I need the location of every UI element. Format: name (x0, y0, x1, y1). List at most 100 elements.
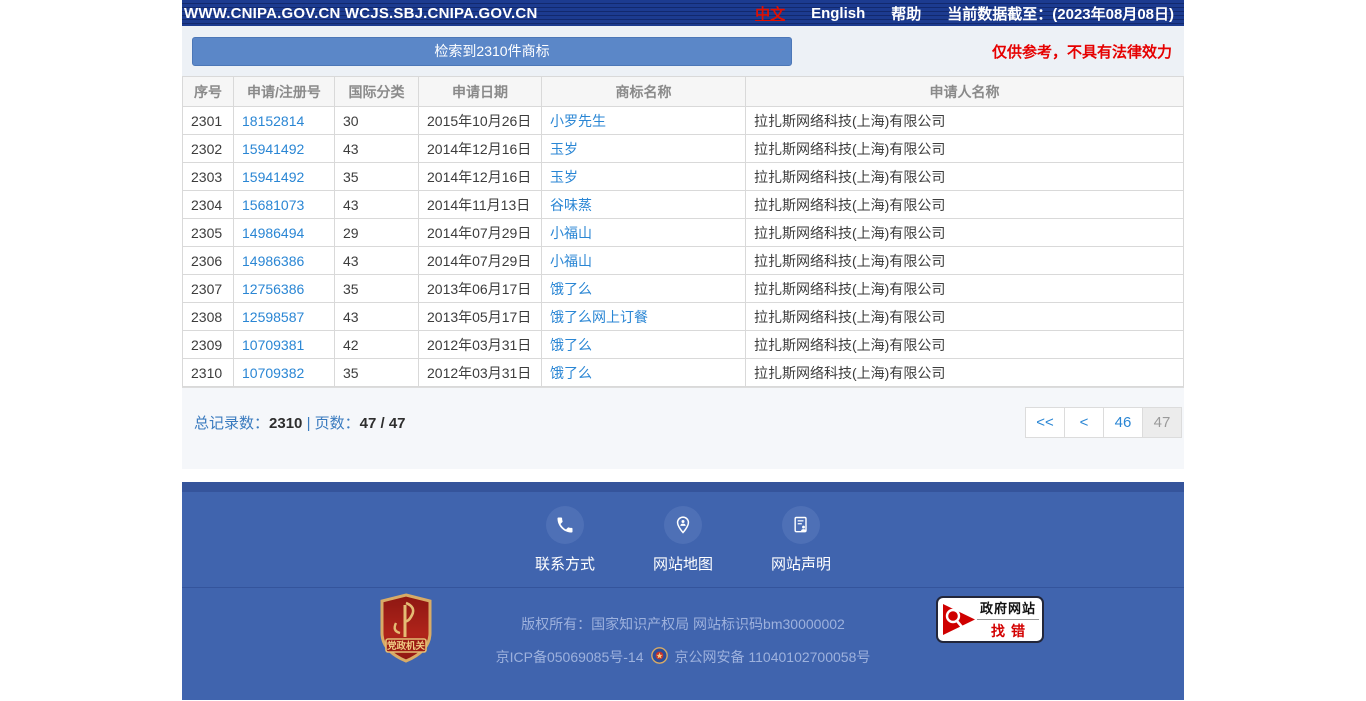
reg-no-link[interactable]: 12756386 (242, 281, 304, 297)
cell-applicant: 拉扎斯网络科技(上海)有限公司 (746, 107, 1184, 135)
stats-divider: | (307, 415, 311, 432)
footer-bottom: 党政机关 版权所有：国家知识产权局 网站标识码bm30000002 京ICP备0… (182, 587, 1184, 700)
statement-icon (782, 506, 820, 544)
cell-seq: 2305 (183, 219, 234, 247)
cell-apply-date: 2014年12月16日 (419, 135, 542, 163)
cell-intl-class: 30 (335, 107, 419, 135)
trademark-link[interactable]: 小福山 (550, 225, 592, 241)
reg-no-link[interactable]: 15941492 (242, 141, 304, 157)
cell-intl-class: 42 (335, 331, 419, 359)
header-intl-class: 国际分类 (335, 77, 419, 107)
police-record-number: 京公网安备 11040102700058号 (675, 647, 871, 667)
lang-chinese-link[interactable]: 中文 (755, 3, 785, 24)
error-badge-text: 政府网站 找错 (977, 598, 1039, 641)
table-row: 2302 15941492 43 2014年12月16日 玉岁 拉扎斯网络科技(… (183, 135, 1184, 163)
header-trademark: 商标名称 (542, 77, 746, 107)
cell-intl-class: 35 (335, 163, 419, 191)
police-badge-icon (651, 647, 668, 667)
pagination-first-button[interactable]: << (1025, 407, 1065, 438)
cell-apply-date: 2014年12月16日 (419, 163, 542, 191)
reg-no-link[interactable]: 15681073 (242, 197, 304, 213)
cell-apply-date: 2012年03月31日 (419, 331, 542, 359)
cell-intl-class: 43 (335, 135, 419, 163)
table-row: 2308 12598587 43 2013年05月17日 饿了么网上订餐 拉扎斯… (183, 303, 1184, 331)
trademark-link[interactable]: 饿了么 (550, 281, 592, 297)
legal-disclaimer: 仅供参考，不具有法律效力 (992, 41, 1172, 62)
cell-apply-date: 2012年03月31日 (419, 359, 542, 387)
gov-shield-badge: 党政机关 (378, 593, 434, 668)
trademark-link[interactable]: 饿了么网上订餐 (550, 309, 648, 325)
trademark-link[interactable]: 小罗先生 (550, 113, 606, 129)
reg-no-link[interactable]: 15941492 (242, 169, 304, 185)
cell-applicant: 拉扎斯网络科技(上海)有限公司 (746, 135, 1184, 163)
footer-link-statement[interactable]: 网站声明 (762, 506, 840, 586)
cell-intl-class: 35 (335, 359, 419, 387)
pagination-prev-button[interactable]: < (1064, 407, 1104, 438)
header-applicant: 申请人名称 (746, 77, 1184, 107)
cell-seq: 2307 (183, 275, 234, 303)
gov-site-error-report-badge[interactable]: 政府网站 找错 (936, 596, 1044, 643)
footer-link-label: 联系方式 (526, 553, 604, 574)
map-pin-icon (664, 506, 702, 544)
pages-label: 页数： (315, 415, 360, 432)
pagination: << < 46 47 (1026, 407, 1182, 438)
footer-links: 联系方式 网站地图 (182, 492, 1184, 586)
reg-no-link[interactable]: 14986494 (242, 225, 304, 241)
cell-seq: 2309 (183, 331, 234, 359)
cell-seq: 2302 (183, 135, 234, 163)
cell-intl-class: 29 (335, 219, 419, 247)
page-container: WWW.CNIPA.GOV.CN WCJS.SBJ.CNIPA.GOV.CN 中… (182, 0, 1184, 700)
pages-value: 47 / 47 (360, 415, 406, 432)
cell-apply-date: 2014年07月29日 (419, 247, 542, 275)
error-badge-sub: 找错 (977, 620, 1039, 641)
table-row: 2304 15681073 43 2014年11月13日 谷味蒸 拉扎斯网络科技… (183, 191, 1184, 219)
result-banner: 检索到2310件商标 仅供参考，不具有法律效力 (182, 26, 1184, 76)
total-records-value: 2310 (269, 415, 302, 432)
cell-apply-date: 2013年06月17日 (419, 275, 542, 303)
cell-seq: 2306 (183, 247, 234, 275)
table-row: 2310 10709382 35 2012年03月31日 饿了么 拉扎斯网络科技… (183, 359, 1184, 387)
trademark-link[interactable]: 饿了么 (550, 365, 592, 381)
error-badge-title: 政府网站 (977, 598, 1039, 620)
reg-no-link[interactable]: 14986386 (242, 253, 304, 269)
table-row: 2306 14986386 43 2014年07月29日 小福山 拉扎斯网络科技… (183, 247, 1184, 275)
magnifier-flag-icon (941, 601, 977, 638)
reg-no-link[interactable]: 12598587 (242, 309, 304, 325)
pagination-page-46[interactable]: 46 (1103, 407, 1143, 438)
icp-number: 京ICP备05069085号-14 (496, 647, 644, 667)
trademark-link[interactable]: 饿了么 (550, 337, 592, 353)
footer: 联系方式 网站地图 (182, 482, 1184, 700)
footer-link-sitemap[interactable]: 网站地图 (644, 506, 722, 586)
reg-no-link[interactable]: 10709381 (242, 337, 304, 353)
table-row: 2307 12756386 35 2013年06月17日 饿了么 拉扎斯网络科技… (183, 275, 1184, 303)
cell-seq: 2308 (183, 303, 234, 331)
stats-section: 总记录数：2310 | 页数：47 / 47 << < 46 47 (182, 387, 1184, 469)
cell-applicant: 拉扎斯网络科技(上海)有限公司 (746, 303, 1184, 331)
cell-intl-class: 43 (335, 247, 419, 275)
cell-seq: 2303 (183, 163, 234, 191)
table-row: 2309 10709381 42 2012年03月31日 饿了么 拉扎斯网络科技… (183, 331, 1184, 359)
reg-no-link[interactable]: 18152814 (242, 113, 304, 129)
footer-link-label: 网站地图 (644, 553, 722, 574)
cell-apply-date: 2014年07月29日 (419, 219, 542, 247)
trademark-link[interactable]: 谷味蒸 (550, 197, 592, 213)
footer-link-contact[interactable]: 联系方式 (526, 506, 604, 586)
cell-intl-class: 35 (335, 275, 419, 303)
total-records-label: 总记录数： (194, 415, 269, 432)
trademark-link[interactable]: 小福山 (550, 253, 592, 269)
cell-applicant: 拉扎斯网络科技(上海)有限公司 (746, 359, 1184, 387)
help-link[interactable]: 帮助 (891, 3, 921, 24)
cell-seq: 2304 (183, 191, 234, 219)
trademark-link[interactable]: 玉岁 (550, 141, 578, 157)
cell-applicant: 拉扎斯网络科技(上海)有限公司 (746, 191, 1184, 219)
trademark-link[interactable]: 玉岁 (550, 169, 578, 185)
cell-apply-date: 2013年05月17日 (419, 303, 542, 331)
lang-english-link[interactable]: English (811, 5, 865, 22)
cell-applicant: 拉扎斯网络科技(上海)有限公司 (746, 275, 1184, 303)
cell-applicant: 拉扎斯网络科技(上海)有限公司 (746, 331, 1184, 359)
footer-link-label: 网站声明 (762, 553, 840, 574)
phone-icon (546, 506, 584, 544)
table-row: 2303 15941492 35 2014年12月16日 玉岁 拉扎斯网络科技(… (183, 163, 1184, 191)
reg-no-link[interactable]: 10709382 (242, 365, 304, 381)
cell-seq: 2301 (183, 107, 234, 135)
